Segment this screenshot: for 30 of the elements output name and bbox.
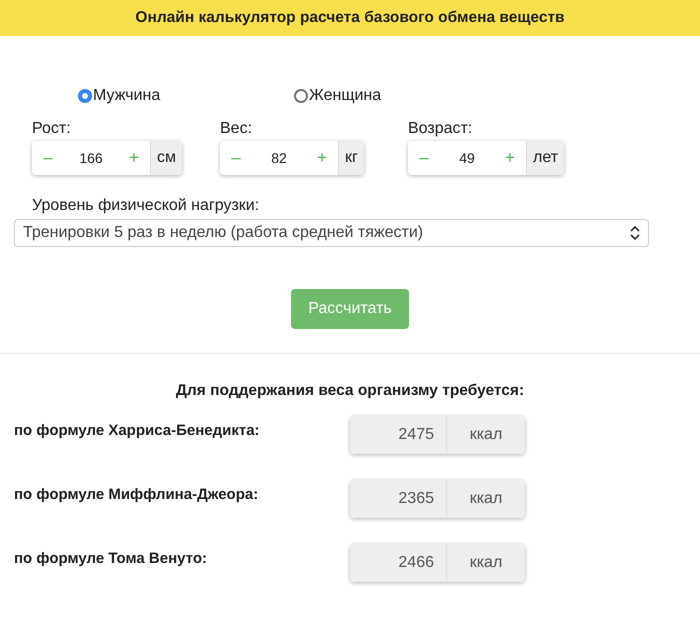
field-label: Возраст: bbox=[408, 120, 474, 138]
page-title: Онлайн калькулятор расчета базового обмена веществ bbox=[135, 9, 565, 27]
activity-dropdown[interactable]: Тренировки 5 раз в неделю (работа средней тяжести) bbox=[14, 219, 649, 247]
radio-label[interactable]: Мужчина bbox=[93, 87, 160, 105]
results-heading: Для поддержания веса организму требуется: bbox=[174, 381, 526, 400]
radio-button[interactable] bbox=[78, 89, 92, 103]
field-label: Рост: bbox=[32, 120, 72, 138]
field-label: Уровень физической нагрузки: bbox=[31, 196, 260, 215]
unit-label: лет bbox=[526, 141, 564, 175]
formula-label: по формуле Миффлина-Джеора: bbox=[13, 485, 260, 503]
unit-label: ккал bbox=[446, 544, 525, 582]
formula-label: по формуле Тома Венуто: bbox=[13, 549, 208, 567]
number-stepper[interactable]: – 166 + см bbox=[32, 141, 182, 175]
unit-label: ккал bbox=[446, 480, 525, 518]
unit-label: см bbox=[150, 141, 182, 175]
field-label: Вес: bbox=[220, 120, 254, 138]
result-value: 2466 bbox=[350, 544, 446, 582]
result-value: 2365 bbox=[350, 480, 446, 518]
updown-arrows-icon bbox=[630, 226, 640, 240]
unit-label: кг bbox=[338, 141, 364, 175]
formula-label: по формуле Харриса-Бенедикта: bbox=[13, 421, 261, 439]
number-input[interactable]: 49 bbox=[440, 141, 494, 175]
number-stepper[interactable]: – 82 + кг bbox=[220, 141, 364, 175]
number-stepper[interactable]: – 49 + лет bbox=[408, 141, 564, 175]
radio-label[interactable]: Женщина bbox=[309, 87, 382, 105]
number-input[interactable]: 166 bbox=[64, 141, 118, 175]
result-value: 2475 bbox=[350, 416, 446, 454]
number-input[interactable]: 82 bbox=[252, 141, 306, 175]
unit-label: ккал bbox=[446, 416, 525, 454]
radio-button[interactable] bbox=[294, 89, 308, 103]
